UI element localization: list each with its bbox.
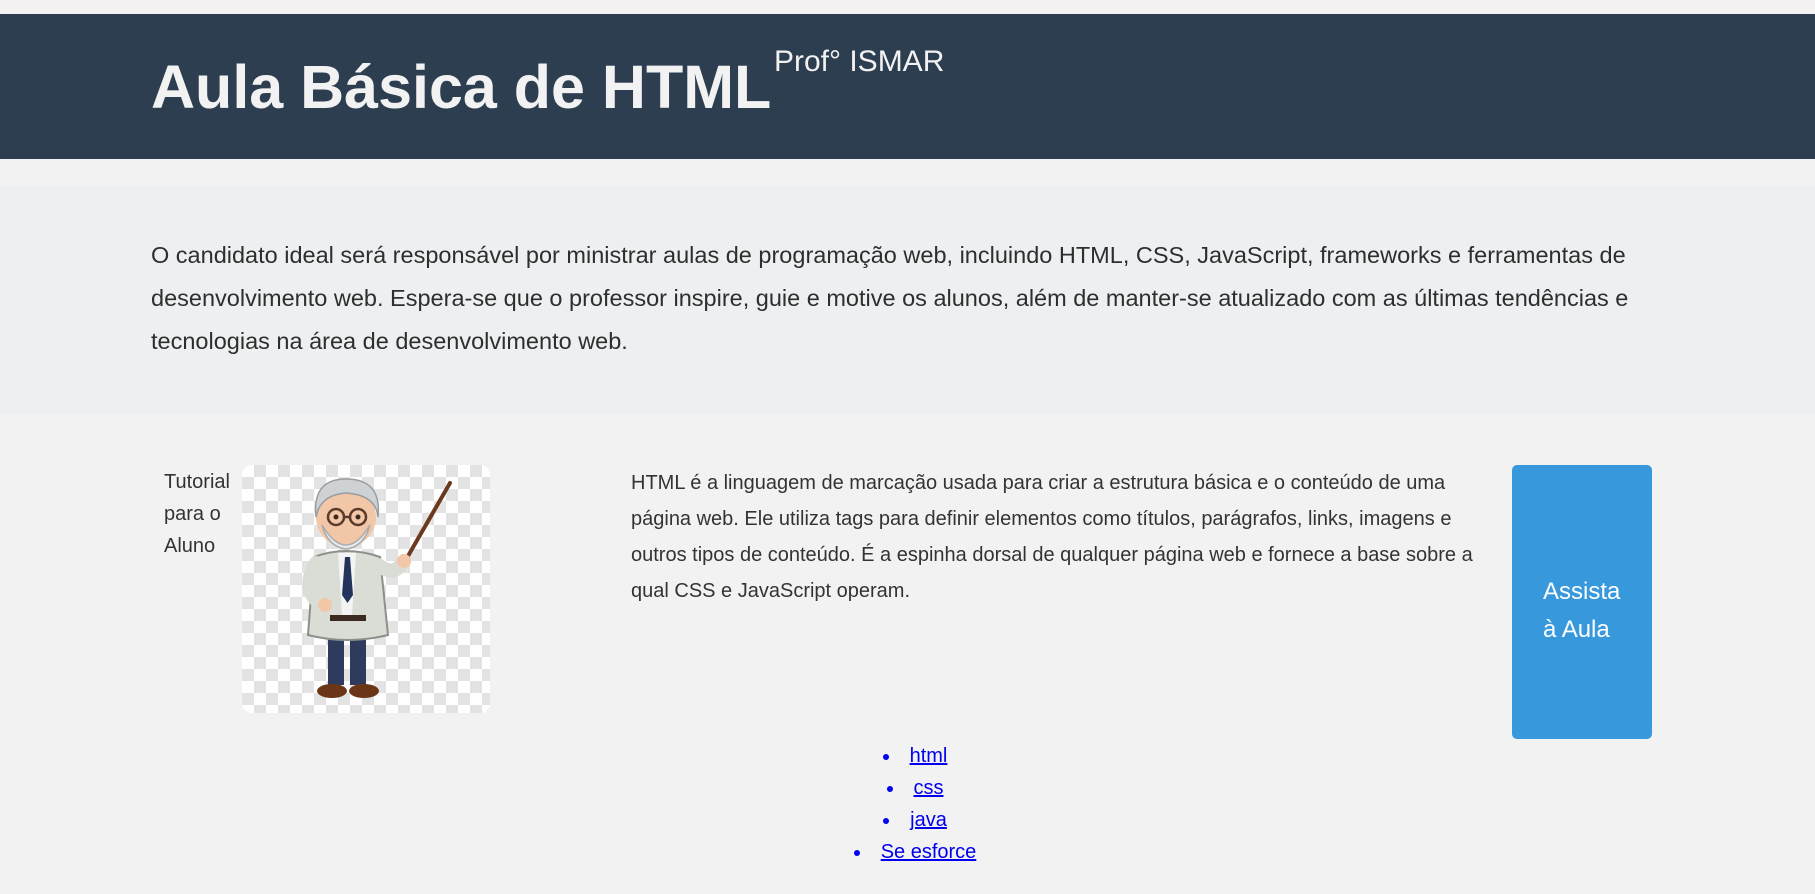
tutorial-label: Tutorial para o Aluno (164, 471, 230, 557)
intro-section: O candidato ideal será responsável por m… (0, 186, 1815, 414)
intro-text: O candidato ideal será responsável por m… (151, 242, 1629, 354)
teacher-cartoon-icon (302, 478, 452, 698)
top-strip (0, 0, 1815, 14)
topic-links: html css java Se esforce (0, 740, 1815, 868)
link-css[interactable]: css (914, 777, 944, 799)
list-item: css (0, 772, 1815, 804)
watch-lesson-button[interactable]: Assista à Aula (1512, 465, 1652, 739)
link-java[interactable]: java (910, 809, 947, 831)
page-header: Aula Básica de HTML Prof° ISMAR (0, 14, 1815, 159)
teacher-image (242, 465, 490, 713)
link-html[interactable]: html (910, 745, 948, 767)
link-se-esforce[interactable]: Se esforce (881, 841, 977, 863)
html-description: HTML é a linguagem de marcação usada par… (631, 472, 1473, 602)
professor-name: Prof° ISMAR (774, 45, 945, 78)
list-item: html (0, 740, 1815, 772)
list-item: Se esforce (0, 836, 1815, 868)
page-title: Aula Básica de HTML (151, 53, 772, 121)
list-item: java (0, 804, 1815, 836)
